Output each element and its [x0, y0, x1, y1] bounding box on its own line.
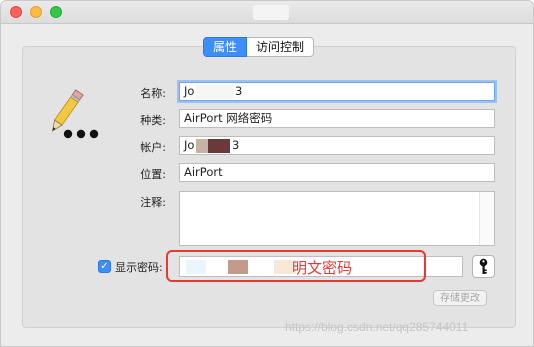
- save-changes-button[interactable]: 存储更改: [433, 290, 487, 306]
- comments-field[interactable]: [179, 191, 495, 246]
- checkmark-icon: ✓: [100, 261, 109, 272]
- account-field[interactable]: Jo 3: [179, 136, 495, 155]
- show-password-label: 显示密码:: [115, 261, 163, 274]
- show-password-checkbox[interactable]: ✓: [98, 260, 111, 273]
- redacted-account-1: [196, 139, 208, 153]
- name-suffix: 3: [235, 84, 243, 98]
- comments-label: 注释:: [140, 196, 166, 209]
- account-value: Jo: [184, 138, 195, 152]
- comments-scrollbar[interactable]: [479, 192, 494, 245]
- where-field[interactable]: AirPort: [179, 163, 495, 182]
- pencil-dots-icon: [51, 89, 99, 139]
- redacted-account-2: [208, 139, 230, 153]
- key-icon: [479, 258, 488, 274]
- kind-label: 种类:: [140, 114, 166, 127]
- account-suffix: 3: [232, 138, 240, 152]
- key-button[interactable]: [472, 255, 495, 278]
- kind-field[interactable]: AirPort 网络密码: [179, 109, 495, 128]
- tab-bar: 属性 访问控制: [203, 37, 315, 57]
- name-label: 名称:: [140, 87, 166, 100]
- redacted-title-block: [253, 5, 289, 20]
- tab-access-control[interactable]: 访问控制: [247, 37, 315, 57]
- name-field[interactable]: Jo 3: [179, 82, 495, 101]
- title-bar: Jo 3: [1, 1, 533, 24]
- account-label: 帐户:: [140, 141, 166, 154]
- name-value: Jo: [184, 84, 195, 98]
- keychain-item-window: Jo 3 属性 访问控制 名称: Jo 3 种类: AirPort 网络密码 帐…: [0, 0, 534, 347]
- where-label: 位置:: [140, 168, 166, 181]
- watermark: https://blog.csdn.net/qq285744011: [285, 320, 469, 334]
- redacted-name: [196, 85, 234, 99]
- tab-attributes[interactable]: 属性: [203, 37, 248, 57]
- plaintext-password-annotation: 明文密码: [292, 259, 353, 277]
